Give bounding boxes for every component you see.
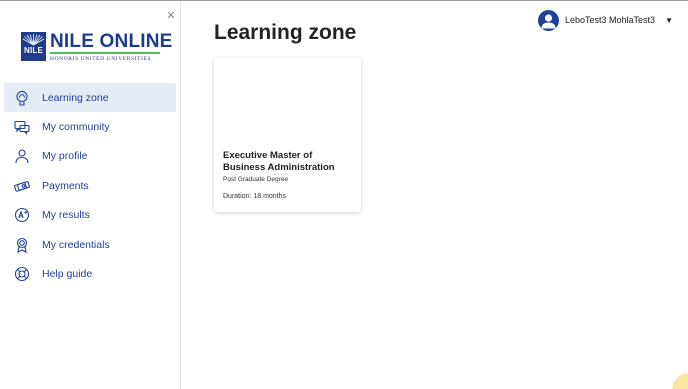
- course-degree: Post Graduate Degree: [223, 176, 289, 183]
- sidebar-item-label: Learning zone: [42, 91, 109, 104]
- sidebar-item-help-guide[interactable]: Help guide: [4, 259, 176, 288]
- sidebar-item-label: Help guide: [42, 268, 93, 281]
- sidebar-item-my-profile[interactable]: My profile: [4, 142, 176, 171]
- sidebar-item-learning-zone[interactable]: Learning zone: [4, 83, 176, 113]
- close-sidebar-button[interactable]: ✕: [165, 10, 177, 22]
- course-card-image: [214, 58, 361, 144]
- sidebar-item-label: My credentials: [42, 238, 110, 251]
- sidebar-item-label: My results: [42, 209, 90, 222]
- community-icon: [14, 119, 30, 135]
- sidebar: ✕ NILE NILE ONLINE HONORIS UNITED UNIVER…: [0, 1, 181, 389]
- help-icon: [14, 266, 30, 282]
- nile-online-logo[interactable]: NILE NILE ONLINE HONORIS UNITED UNIVERSI…: [21, 31, 172, 64]
- page-title: Learning zone: [214, 21, 357, 44]
- sidebar-item-payments[interactable]: Payments: [4, 171, 176, 200]
- user-menu[interactable]: LeboTest3 MohlaTest3 ▼: [538, 9, 673, 31]
- profile-icon: [14, 148, 30, 164]
- sunburst-icon: [22, 34, 45, 46]
- avatar-icon: [538, 9, 559, 31]
- sidebar-item-label: Payments: [42, 179, 89, 192]
- sidebar-item-my-credentials[interactable]: My credentials: [4, 230, 176, 259]
- sidebar-item-label: My profile: [42, 150, 88, 163]
- course-duration: Duration: 18 months: [223, 193, 287, 200]
- logo-badge-text: NILE: [23, 46, 44, 55]
- logo-title: NILE ONLINE: [50, 31, 173, 52]
- payments-icon: [14, 178, 30, 194]
- user-name: LeboTest3 MohlaTest3: [565, 15, 656, 25]
- logo-divider: [50, 52, 160, 54]
- logo-badge: NILE: [21, 32, 46, 61]
- help-launcher-button[interactable]: [672, 373, 688, 389]
- sidebar-item-my-community[interactable]: My community: [4, 112, 176, 141]
- results-icon: [14, 207, 30, 223]
- course-title: Executive Master of Business Administrat…: [223, 150, 335, 173]
- logo-subtitle: HONORIS UNITED UNIVERSITIES: [50, 56, 152, 62]
- sidebar-nav: Learning zone My community My profile Pa…: [4, 83, 176, 289]
- sidebar-item-my-results[interactable]: My results: [4, 201, 176, 230]
- close-icon: ✕: [166, 10, 176, 22]
- chevron-down-icon[interactable]: ▼: [665, 16, 673, 25]
- learning-zone-icon: [14, 90, 30, 106]
- sidebar-item-label: My community: [42, 121, 110, 134]
- credentials-icon: [14, 237, 30, 253]
- course-card[interactable]: Executive Master of Business Administrat…: [214, 58, 361, 212]
